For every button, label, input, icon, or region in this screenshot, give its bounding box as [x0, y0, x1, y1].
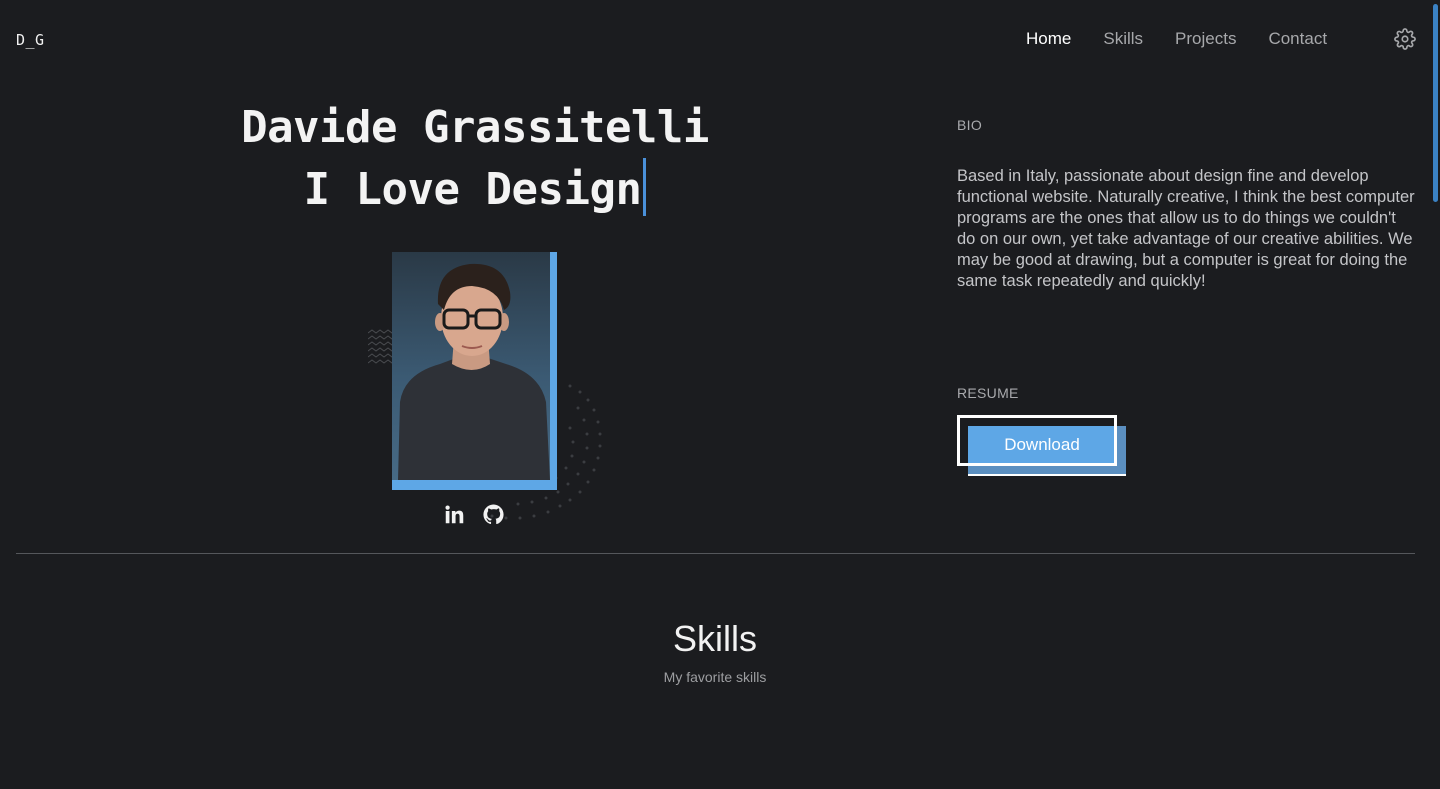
gear-icon[interactable]: [1394, 28, 1416, 50]
skills-subtitle: My favorite skills: [663, 669, 767, 685]
bio-text: Based in Italy, passionate about design …: [957, 167, 1415, 290]
portrait-illustration: [398, 263, 550, 480]
linkedin-icon[interactable]: [444, 504, 465, 525]
download-button-label: Download: [1004, 434, 1080, 454]
profile-photo: [392, 252, 557, 490]
bio-label: BIO: [957, 117, 983, 133]
section-divider: [16, 553, 1415, 554]
github-icon[interactable]: [483, 504, 504, 525]
social-links: [444, 504, 504, 525]
nav-item-projects[interactable]: Projects: [1175, 29, 1236, 49]
nav-item-home[interactable]: Home: [1026, 29, 1071, 49]
hero-name: Davide Grassitelli: [241, 102, 709, 153]
portfolio-page: D_G Home Skills Projects Contact Davide …: [0, 0, 1440, 789]
scrollbar-thumb[interactable]: [1433, 4, 1438, 202]
resume-label: RESUME: [957, 385, 1019, 401]
hero-heading: Davide Grassitelli I Love Design: [215, 98, 735, 220]
hero-tagline: I Love Design: [303, 164, 642, 215]
page-scrollbar[interactable]: [1430, 0, 1440, 789]
main-nav: Home Skills Projects Contact: [1026, 29, 1327, 49]
typing-cursor: [643, 158, 647, 216]
download-button[interactable]: Download: [957, 415, 1127, 476]
site-logo[interactable]: D_G: [16, 31, 45, 49]
hero-tagline-line: I Love Design: [215, 158, 735, 220]
skills-title: Skills: [672, 618, 757, 659]
portrait-image: [392, 252, 550, 480]
nav-item-contact[interactable]: Contact: [1268, 29, 1327, 49]
nav-item-skills[interactable]: Skills: [1103, 29, 1143, 49]
